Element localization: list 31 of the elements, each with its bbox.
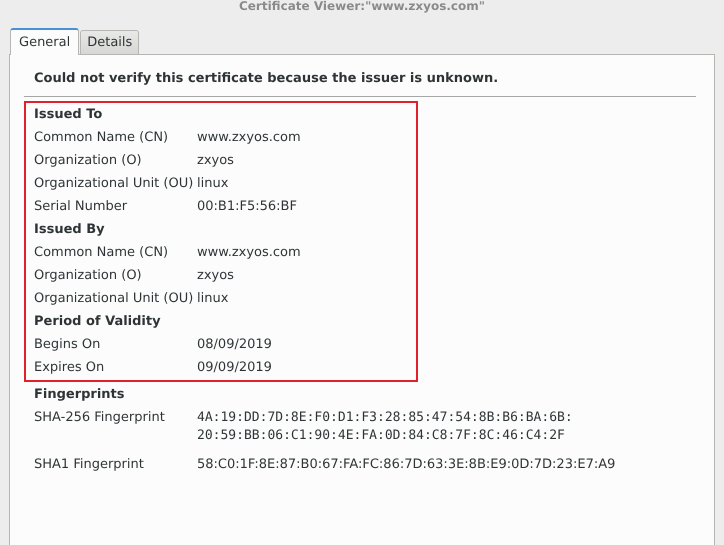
field-value: 4A:19:DD:7D:8E:F0:D1:F3:28:85:47:54:8B:B6:BA:6B: [197,409,573,427]
field-value: 00:B1:F5:56:BF [197,198,297,216]
tab[interactable]: Details [80,30,140,54]
field-value: www.zxyos.com [197,129,301,147]
field-value: linux [197,290,228,308]
field-label: Serial Number [34,198,128,216]
section-heading: Fingerprints [33,386,126,404]
tab[interactable]: General [10,28,80,55]
field-value: linux [197,175,228,193]
field-value: zxyos [197,267,234,285]
field-value: 20:59:BB:06:C1:90:4E:FA:0D:84:C8:7F:8C:46:C4:2F [197,427,566,445]
field-label: Organizational Unit (OU) [34,290,194,308]
field-value: 08/09/2019 [197,336,272,354]
section-heading: Period of Validity [33,313,162,331]
field-value: zxyos [197,152,234,170]
field-label: Organizational Unit (OU) [34,175,194,193]
field-label: SHA-256 Fingerprint [34,409,166,427]
field-label: SHA1 Fingerprint [34,456,145,474]
field-value: www.zxyos.com [197,244,301,262]
field-label: Begins On [34,336,102,354]
field-value: 58:C0:1F:8E:87:B0:67:FA:FC:86:7D:63:3E:8B:E9:0D:7D:23:E7:A9 [197,456,616,474]
field-label: Organization (O) [34,152,143,170]
field-label: Common Name (CN) [34,129,170,147]
section-heading: Issued By [33,221,106,239]
field-label: Expires On [34,359,106,377]
section-heading: Issued To [33,106,104,124]
warning-message: Could not verify this certificate because the issuer is unknown. [33,70,500,88]
window-title: Certificate Viewer:"www.zxyos.com" [238,0,486,14]
field-label: Common Name (CN) [34,244,170,262]
field-value: 09/09/2019 [197,359,272,377]
field-label: Organization (O) [34,267,143,285]
